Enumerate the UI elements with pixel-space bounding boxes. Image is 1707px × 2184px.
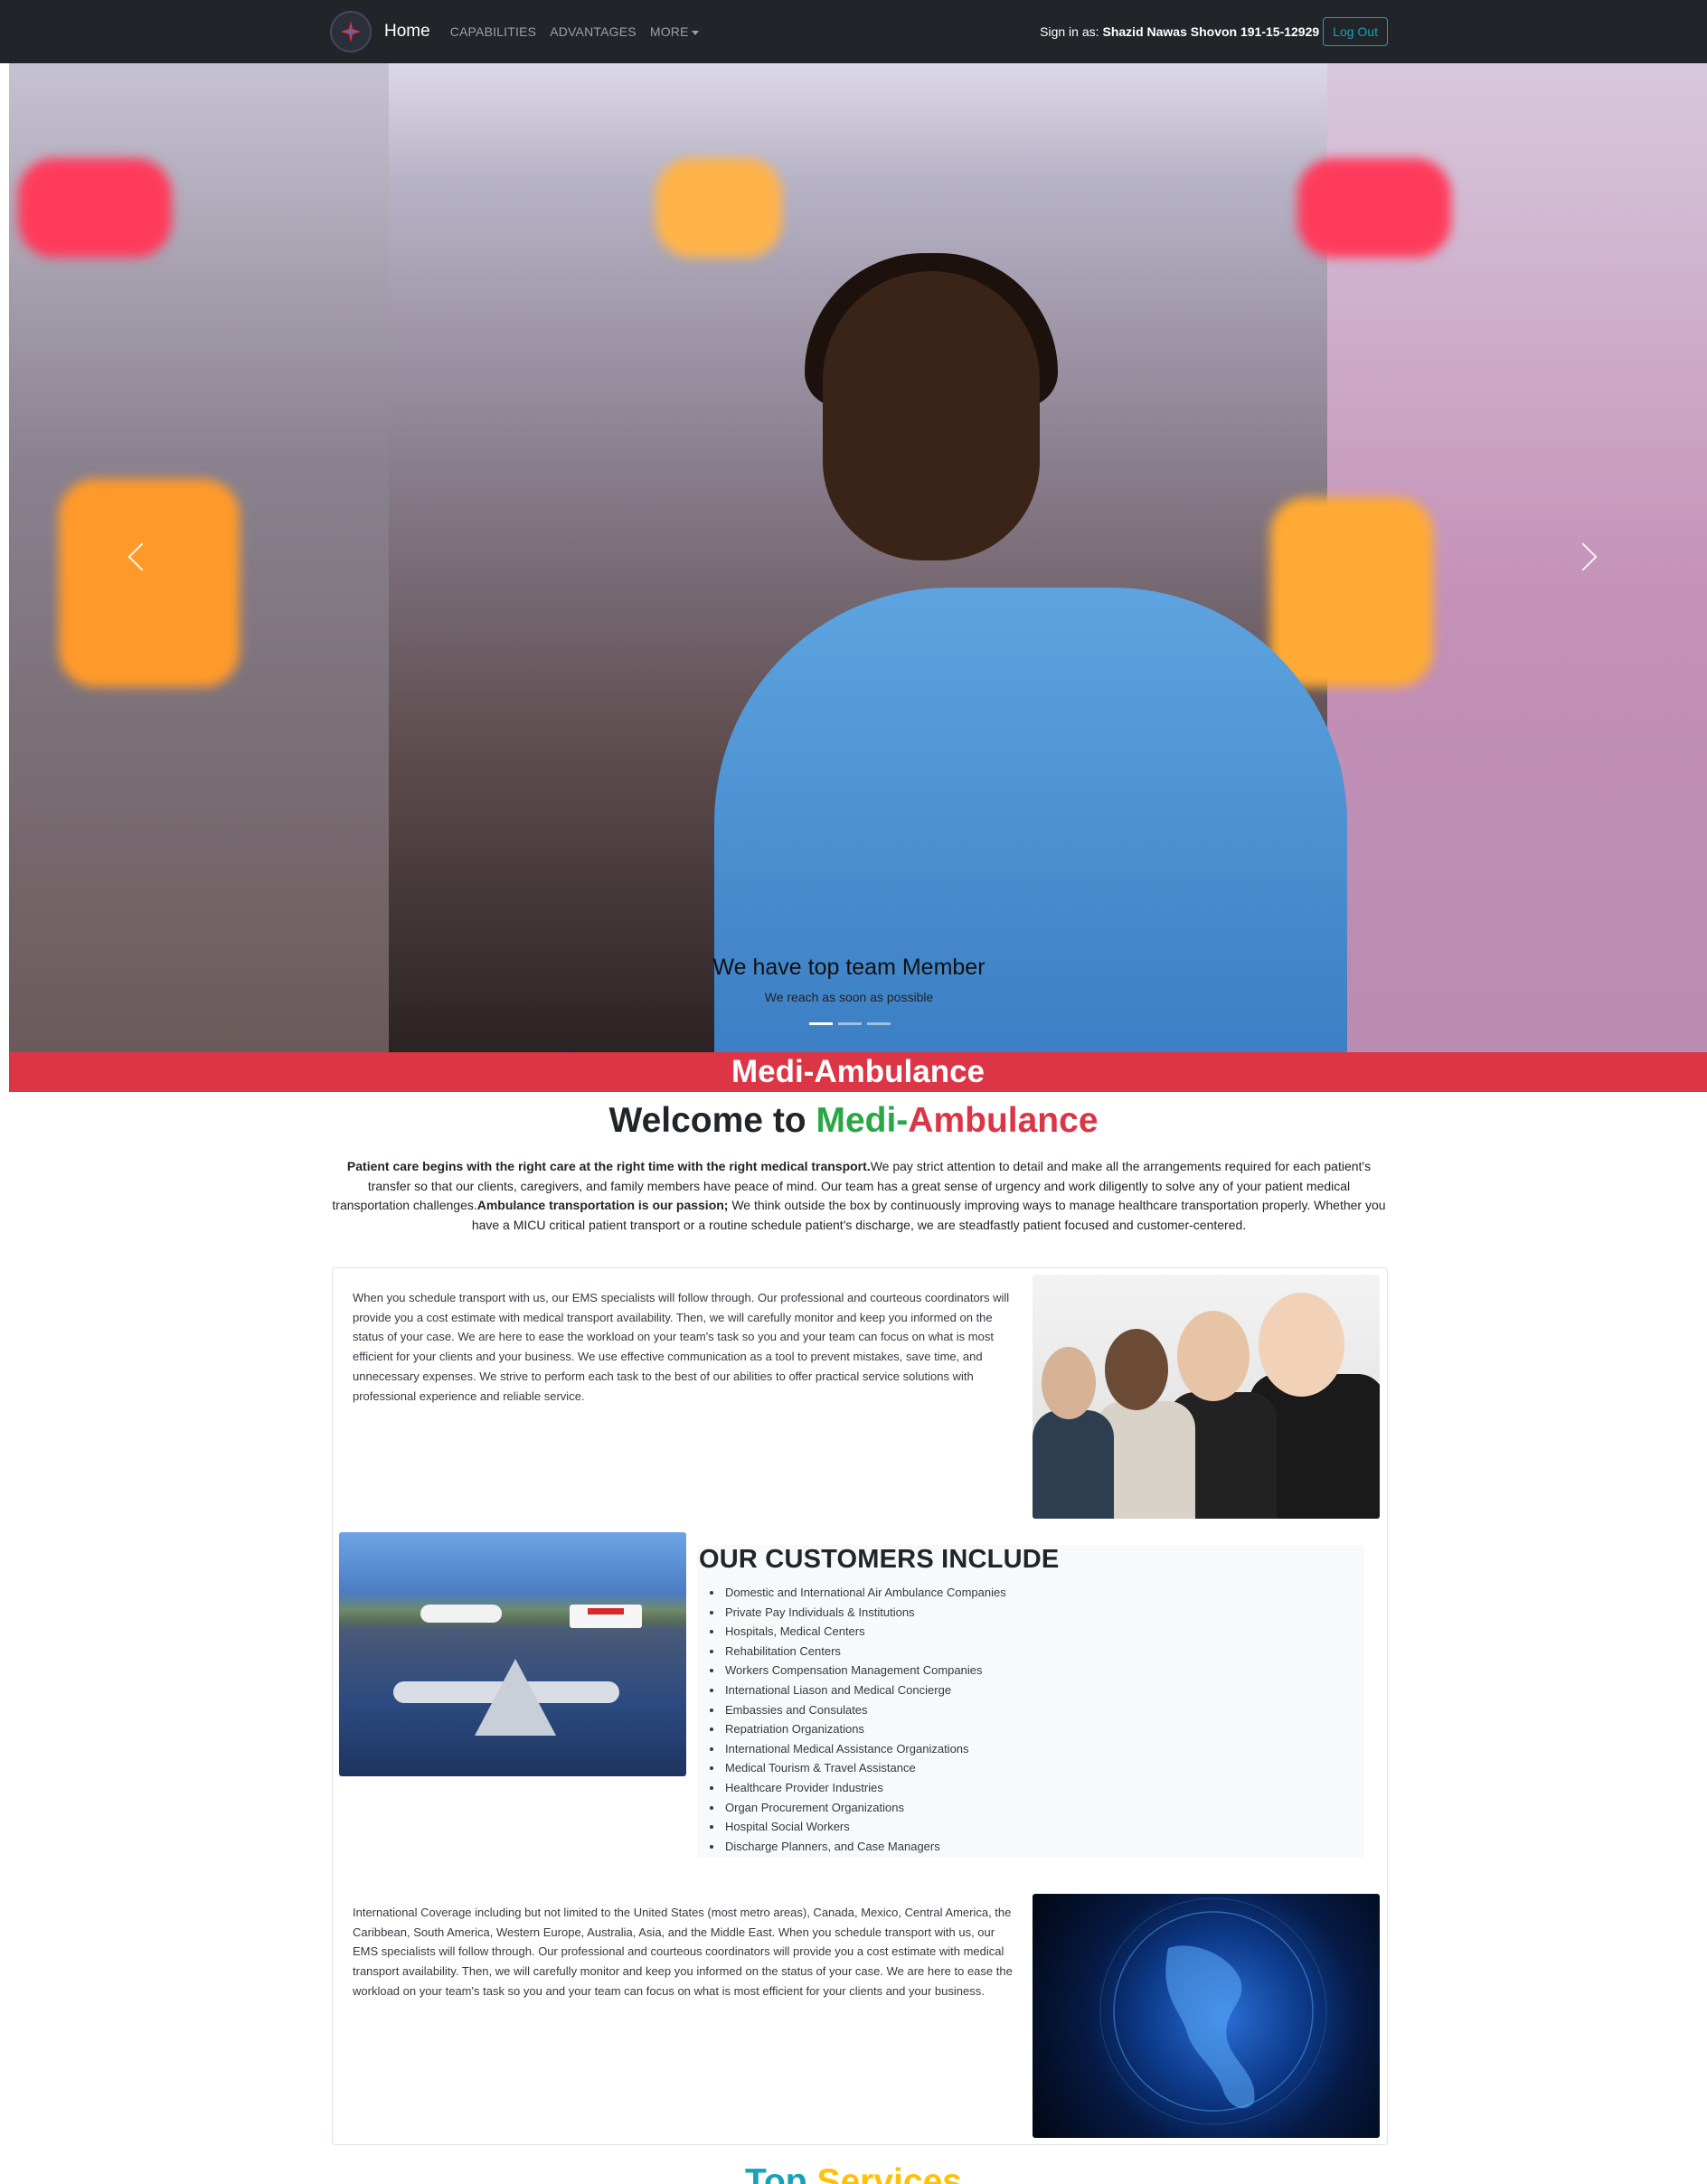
list-item: Rehabilitation Centers — [723, 1642, 1006, 1662]
nav-capabilities-link[interactable]: CAPABILITIES — [450, 24, 537, 39]
nav-home-link[interactable]: Home — [384, 22, 430, 42]
caret-down-icon — [691, 30, 699, 35]
list-item: Repatriation Organizations — [723, 1719, 1006, 1739]
list-item: Healthcare Provider Industries — [723, 1778, 1006, 1798]
top-services-heading: Top Services — [0, 2162, 1707, 2184]
hero-person-uniform — [714, 588, 1347, 1052]
list-item: Organ Procurement Organizations — [723, 1798, 1006, 1818]
list-item: Private Pay Individuals & Institutions — [723, 1603, 1006, 1623]
list-item: Embassies and Consulates — [723, 1700, 1006, 1720]
welcome-prefix: Welcome to — [608, 1101, 816, 1140]
carousel-caption-subtitle: We reach as soon as possible — [764, 990, 934, 1004]
hero-carousel — [9, 63, 1707, 1052]
nav-more-dropdown[interactable]: MORE — [650, 24, 699, 39]
list-item: Discharge Planners, and Case Managers — [723, 1837, 1006, 1857]
hero-amber-light — [655, 158, 782, 258]
logout-button[interactable]: Log Out — [1323, 17, 1388, 46]
nav-user-area: Sign in as: Shazid Nawas Shovon 191-15-1… — [1040, 17, 1388, 46]
nav-more-label: MORE — [649, 24, 689, 39]
list-item: Domestic and International Air Ambulance… — [723, 1583, 1006, 1603]
navbar-container: Home CAPABILITIES ADVANTAGES MORE Sign i… — [330, 0, 1388, 63]
customers-list: Domestic and International Air Ambulance… — [723, 1583, 1006, 1856]
brand-banner: Medi-Ambulance — [9, 1052, 1707, 1092]
hero-orange-light — [1270, 497, 1433, 687]
list-item: International Liason and Medical Concier… — [723, 1680, 1006, 1700]
carousel-indicator[interactable] — [809, 1022, 833, 1025]
carousel-indicators — [809, 1022, 891, 1025]
brand-banner-title: Medi-Ambulance — [731, 1054, 986, 1089]
hero-red-light — [1297, 158, 1451, 258]
welcome-ambulance: Ambulance — [908, 1101, 1099, 1140]
call-center-photo — [1033, 1275, 1380, 1519]
schedule-transport-paragraph: When you schedule transport with us, our… — [353, 1291, 1010, 1403]
customers-heading: OUR CUSTOMERS INCLUDE — [699, 1545, 1060, 1574]
list-item: Medical Tourism & Travel Assistance — [723, 1758, 1006, 1778]
intro-bold-2: Ambulance transportation is our passion; — [476, 1198, 729, 1212]
intro-paragraph: Patient care begins with the right care … — [330, 1157, 1388, 1235]
globe-photo — [1033, 1894, 1380, 2138]
top-services-services: Services — [816, 2162, 962, 2184]
list-item: Hospitals, Medical Centers — [723, 1622, 1006, 1642]
signin-label: Sign in as: — [1040, 24, 1099, 39]
carousel-indicator[interactable] — [838, 1022, 862, 1025]
list-item: Hospital Social Workers — [723, 1817, 1006, 1837]
list-item: International Medical Assistance Organiz… — [723, 1739, 1006, 1759]
hero-red-light — [18, 158, 172, 258]
air-ambulance-jet-photo — [339, 1532, 686, 1776]
hero-person-head — [823, 271, 1040, 560]
carousel-caption-title: We have top team Member — [712, 955, 986, 980]
welcome-heading: Welcome to Medi-Ambulance — [0, 1101, 1707, 1141]
list-item: Workers Compensation Management Companie… — [723, 1661, 1006, 1680]
welcome-medi: Medi- — [816, 1101, 909, 1140]
nav-advantages-link[interactable]: ADVANTAGES — [550, 24, 637, 39]
navbar: Home CAPABILITIES ADVANTAGES MORE Sign i… — [0, 0, 1707, 63]
intro-bold-1: Patient care begins with the right care … — [346, 1159, 871, 1173]
content-card: When you schedule transport with us, our… — [332, 1267, 1388, 2145]
top-services-top: Top — [745, 2162, 817, 2184]
hero-orange-light — [59, 479, 240, 687]
international-coverage-paragraph: International Coverage including but not… — [353, 1906, 1013, 1998]
carousel-indicator[interactable] — [867, 1022, 891, 1025]
signin-username: Shazid Nawas Shovon 191-15-12929 — [1102, 24, 1320, 39]
logo-icon[interactable] — [330, 11, 372, 52]
